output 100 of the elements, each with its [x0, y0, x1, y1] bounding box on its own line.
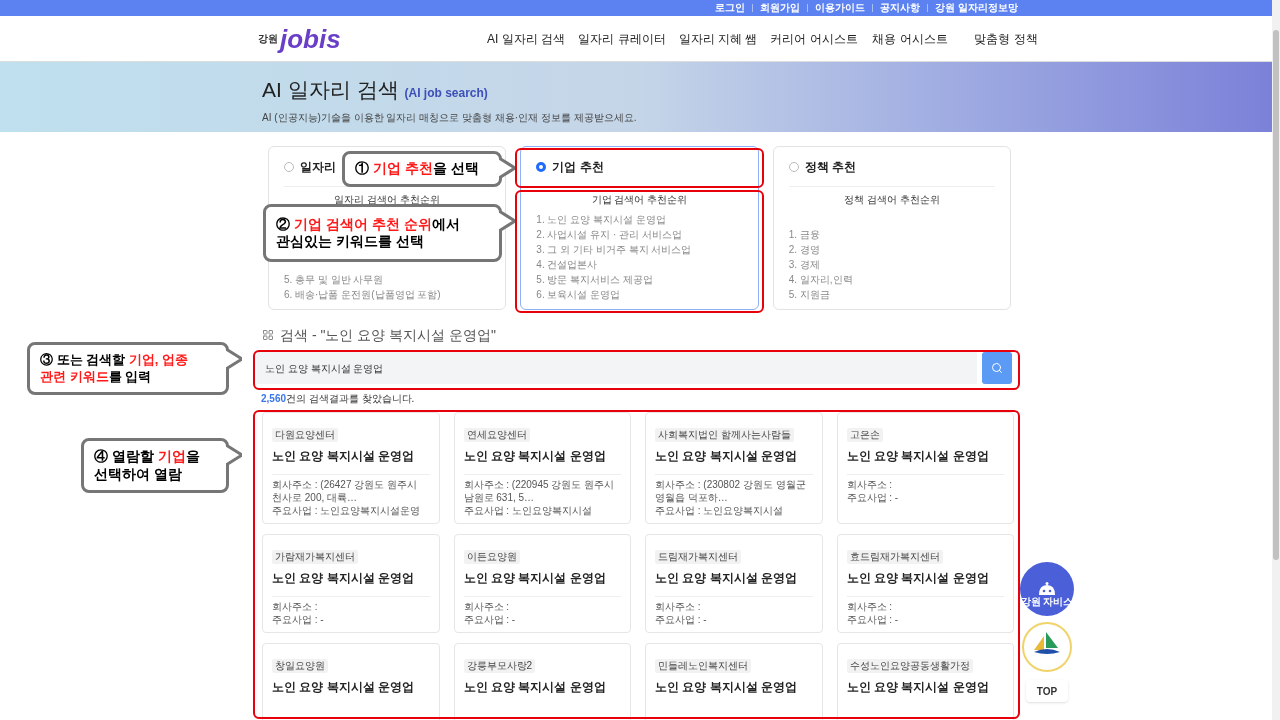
card-title: 노인 요양 복지시설 운영업: [846, 679, 990, 695]
card-title: 노인 요양 복지시설 운영업: [272, 570, 415, 586]
category-title: 일자리: [300, 158, 336, 176]
card-title: 노인 요양 복지시설 운영업: [846, 570, 990, 586]
company-tag: 다원요양센터: [272, 428, 338, 442]
card-title: 노인 요양 복지시설 운영업: [272, 448, 415, 464]
company-tag: 사회복지법인 함께사는사람들: [655, 428, 794, 442]
company-tag: 수성노인요양공동생활가정: [846, 659, 973, 673]
company-address: 회사주소 :: [846, 478, 894, 491]
keyword-link[interactable]: 6. 보육시설 운영업: [536, 287, 743, 302]
company-tag: 고은손: [846, 428, 883, 442]
company-card[interactable]: 고은손 노인 요양 복지시설 운영업 회사주소 : 주요사업 : -: [836, 412, 1014, 524]
callout-text: 관심있는 키워드를 선택: [276, 233, 425, 251]
company-business: 주요사업 : -: [463, 613, 517, 626]
category-card[interactable]: 정책 추천 정책 검색어 추천순위 1. 금융 2. 경영 3. 경제 4. 일자리,인력 5. 지원금: [772, 146, 1011, 310]
logo-badge-icon[interactable]: [1022, 622, 1072, 672]
company-card[interactable]: 민들레노인복지센터 노인 요양 복지시설 운영업: [645, 643, 823, 720]
keyword-link[interactable]: 6. 배송·납품 운전원(납품영업 포함): [284, 287, 491, 302]
callout-text: ④ 열람할 기업을: [94, 448, 201, 466]
grid-icon: [262, 329, 274, 341]
result-count: 2,560건의 검색결과를 찾았습니다.: [261, 392, 416, 406]
keyword-link[interactable]: 2. 경영: [788, 242, 995, 257]
company-business: 주요사업 : -: [846, 613, 900, 626]
top-link[interactable]: 공지사항: [880, 3, 921, 13]
callout-text: ② 기업 검색어 추천 순위에서: [276, 215, 461, 233]
nav-link[interactable]: AI 일자리 검색: [478, 29, 574, 48]
company-address: 회사주소 :: [463, 600, 511, 613]
company-card[interactable]: 이든요양원 노인 요양 복지시설 운영업 회사주소 : 주요사업 : -: [453, 534, 631, 633]
company-tag: 이든요양원: [463, 550, 520, 564]
card-title: 노인 요양 복지시설 운영업: [846, 448, 990, 464]
nav-link[interactable]: 커리어 어시스트: [766, 29, 862, 48]
company-address: 회사주소 :: [655, 600, 702, 613]
card-title: 노인 요양 복지시설 운영업: [463, 679, 607, 695]
search-field[interactable]: 노인 요양 복지시설 운영업: [257, 352, 977, 384]
category-title: 기업 추천: [552, 158, 604, 176]
company-business: 주요사업 : -: [655, 613, 708, 626]
page-title-english: (AI job search): [404, 85, 488, 102]
nav-link[interactable]: 채용 어시스트: [862, 29, 958, 48]
company-card[interactable]: 연세요양센터 노인 요양 복지시설 운영업 회사주소 : (220945 강원도 원주시 남원로 631, 5… 주요사업 : 노인요양복지시설: [453, 412, 631, 524]
company-card[interactable]: 효드림재가복지센터 노인 요양 복지시설 운영업 회사주소 : 주요사업 : -: [836, 534, 1014, 633]
category-card[interactable]: 기업 추천 기업 검색어 추천순위 1. 노인 요양 복지시설 운영업 2. 사업시설 유지 · 관리 서비스업 3. 그 외 기타 비거주 복지 서비스업 4. 건설업본사 5. 방문 복지서비스 제공업 6. 보육시설 운영업: [520, 146, 759, 310]
list-title: 기업 검색어 추천순위: [590, 193, 689, 207]
keyword-link[interactable]: 2. 사업시설 유지 · 관리 서비스업: [536, 227, 743, 242]
company-card[interactable]: 수성노인요양공동생활가정 노인 요양 복지시설 운영업: [836, 643, 1014, 720]
company-address: 회사주소 :: [846, 600, 894, 613]
company-address: 회사주소 :: [272, 600, 319, 613]
company-card[interactable]: 다원요양센터 노인 요양 복지시설 운영업 회사주소 : (26427 강원도 원주시 천사로 200, 대륙… 주요사업 : 노인요양복지시설운영: [262, 412, 440, 524]
company-tag: 민들레노인복지센터: [655, 659, 751, 673]
category-title: 정책 추천: [804, 158, 856, 176]
top-link[interactable]: 이용가이드: [815, 3, 866, 13]
nav-link[interactable]: 일자리 큐레이터: [574, 29, 670, 48]
company-tag: 드림재가복지센터: [655, 550, 741, 564]
page-title: AI 일자리 검색: [262, 77, 399, 103]
keyword-link[interactable]: 3. 그 외 기타 비거주 복지 서비스업: [536, 242, 743, 257]
keyword-link[interactable]: 3. 경제: [788, 257, 995, 272]
keyword-link[interactable]: 5. 방문 복지서비스 제공업: [536, 272, 743, 287]
search-heading: 검색 - "노인 요양 복지시설 운영업": [280, 325, 497, 345]
keyword-link[interactable]: 5. 총무 및 일반 사무원: [284, 272, 491, 287]
keyword-link[interactable]: 4. 일자리,인력: [788, 272, 995, 287]
search-button[interactable]: [982, 352, 1012, 384]
nav-link[interactable]: 일자리 지혜 쌤: [670, 29, 766, 48]
list-title: 일자리 검색어 추천순위: [333, 193, 441, 207]
company-tag: 효드림재가복지센터: [846, 550, 943, 564]
keyword-link[interactable]: 5. 지원금: [788, 287, 995, 302]
callout-text: ① 기업 추천을 선택: [355, 160, 480, 178]
page-description: AI (인공지능)기술을 이용한 일자리 매칭으로 맞춤형 채용·인재 정보를 제공받으세요.: [262, 110, 638, 125]
company-card[interactable]: 강릉부모사랑2 노인 요양 복지시설 운영업: [453, 643, 631, 720]
top-link[interactable]: 강원 일자리정보망: [935, 3, 1018, 13]
nav-link[interactable]: 맞춤형 정책: [958, 29, 1054, 48]
card-title: 노인 요양 복지시설 운영업: [463, 448, 607, 464]
card-title: 노인 요양 복지시설 운영업: [655, 448, 798, 464]
company-business: 주요사업 : -: [846, 491, 900, 504]
top-link[interactable]: 회원가입: [760, 3, 801, 13]
radio-button[interactable]: [536, 161, 547, 172]
company-card[interactable]: 가람재가복지센터 노인 요양 복지시설 운영업 회사주소 : 주요사업 : -: [262, 534, 440, 633]
keyword-link[interactable]: 1. 금융: [788, 227, 995, 242]
card-title: 노인 요양 복지시설 운영업: [655, 679, 798, 695]
callout-text: 선택하여 열람: [94, 465, 183, 483]
company-business: 주요사업 : 노인요양복지시설운영: [272, 504, 422, 517]
search-icon: [991, 362, 1003, 374]
top-link[interactable]: 로그인: [715, 3, 746, 13]
company-address: 회사주소 : (230802 강원도 영월군 영월읍 덕포하…: [655, 478, 807, 504]
keyword-link[interactable]: 4. 건설업본사: [536, 257, 743, 272]
list-title: 정책 검색어 추천순위: [843, 193, 941, 207]
company-card[interactable]: 드림재가복지센터 노인 요양 복지시설 운영업 회사주소 : 주요사업 : -: [645, 534, 823, 633]
company-tag: 창일요양원: [272, 659, 328, 673]
company-address: 회사주소 : (220945 강원도 원주시 남원로 631, 5…: [463, 478, 616, 504]
company-card[interactable]: 창일요양원 노인 요양 복지시설 운영업: [262, 643, 440, 720]
card-title: 노인 요양 복지시설 운영업: [463, 570, 607, 586]
callout-text: ③ 또는 검색할 기업, 업종: [40, 352, 190, 369]
card-title: 노인 요양 복지시설 운영업: [655, 570, 798, 586]
keyword-link[interactable]: 1. 노인 요양 복지시설 운영업: [536, 212, 743, 227]
company-business: 주요사업 : -: [272, 613, 325, 626]
company-address: 회사주소 : (26427 강원도 원주시 천사로 200, 대륙…: [272, 478, 419, 504]
company-card[interactable]: 사회복지법인 함께사는사람들 노인 요양 복지시설 운영업 회사주소 : (230802 강원도 영월군 영월읍 덕포하… 주요사업 : 노인요양복지시설: [645, 412, 823, 524]
robot-icon: [1038, 582, 1056, 595]
company-tag: 연세요양센터: [463, 428, 530, 442]
company-business: 주요사업 : 노인요양복지시설: [463, 504, 593, 517]
card-title: 노인 요양 복지시설 운영업: [272, 679, 415, 695]
top-button[interactable]: TOP: [1026, 680, 1068, 702]
